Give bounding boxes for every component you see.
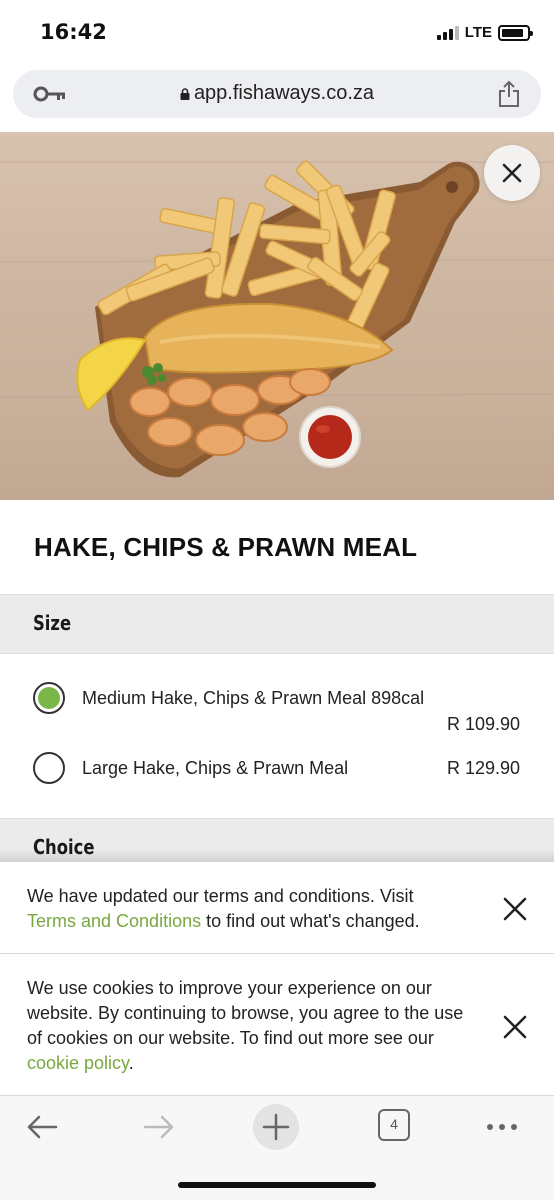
url-text: app.fishaways.co.za <box>193 82 375 104</box>
option-label: Large Hake, Chips & Prawn Meal <box>82 758 349 778</box>
signal-icon <box>436 25 459 40</box>
address-bar[interactable]: app.fishaways.co.za <box>13 70 541 118</box>
more-dots-icon[interactable] <box>484 1109 520 1145</box>
terms-text-after: to find out what's changed. <box>201 911 420 931</box>
cookie-notice: We use cookies to improve your experienc… <box>0 953 554 1095</box>
close-icon[interactable] <box>502 1014 528 1040</box>
option-label: Medium Hake, Chips & Prawn Meal 898cal <box>82 688 425 708</box>
terms-notice-text: We have updated our terms and conditions… <box>27 884 467 934</box>
cookie-policy-link[interactable]: cookie policy <box>27 1053 129 1073</box>
close-button[interactable] <box>484 145 540 201</box>
terms-link[interactable]: Terms and Conditions <box>27 911 201 931</box>
share-icon[interactable] <box>497 80 521 108</box>
close-icon <box>502 163 522 183</box>
battery-icon <box>498 24 533 41</box>
product-title: HAKE, CHIPS & PRAWN MEAL <box>34 532 418 562</box>
cookie-notice-text: We use cookies to improve your experienc… <box>27 976 467 1076</box>
product-image <box>0 132 554 500</box>
status-time: 16:42 <box>40 20 107 44</box>
new-tab-button[interactable] <box>253 1104 299 1150</box>
close-icon[interactable] <box>502 896 528 922</box>
product-photo-illustration <box>0 160 554 478</box>
size-option-large[interactable]: Large Hake, Chips & Prawn Meal R 129.90 <box>0 750 554 790</box>
home-indicator[interactable] <box>178 1182 376 1188</box>
option-price: R 129.90 <box>446 758 520 778</box>
forward-arrow-icon[interactable] <box>141 1109 177 1145</box>
new-tab-plus-icon <box>262 1113 290 1141</box>
status-bar: 16:42 LTE <box>0 0 554 62</box>
cookie-text-before: We use cookies to improve your experienc… <box>27 978 464 1048</box>
size-section-header: Size <box>0 594 554 654</box>
size-section-title: Size <box>33 611 72 635</box>
tabs-button[interactable]: 4 <box>378 1109 410 1141</box>
back-arrow-icon[interactable] <box>24 1109 60 1145</box>
cookie-text-after: . <box>128 1053 134 1073</box>
url-display[interactable]: app.fishaways.co.za <box>13 82 541 105</box>
lock-icon <box>180 88 190 100</box>
tabs-icon: 4 <box>390 1116 398 1132</box>
terms-text-before: We have updated our terms and conditions… <box>27 886 414 906</box>
radio-large[interactable] <box>33 752 65 784</box>
network-type: LTE <box>464 24 492 41</box>
size-option-medium[interactable]: Medium Hake, Chips & Prawn Meal 898cal R… <box>0 680 554 740</box>
terms-notice: We have updated our terms and conditions… <box>0 861 554 953</box>
option-price: R 109.90 <box>446 714 520 734</box>
status-indicators: LTE <box>436 24 533 41</box>
radio-medium[interactable] <box>33 682 65 714</box>
